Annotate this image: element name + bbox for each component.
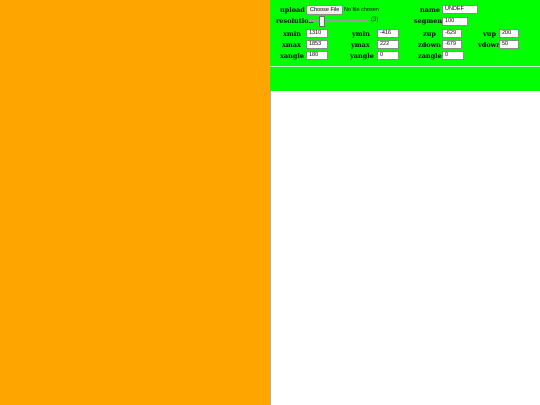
ymax-label: ymax — [351, 41, 370, 49]
name-input[interactable]: UNDEF — [442, 5, 478, 14]
choose-file-button[interactable]: Choose File — [306, 5, 344, 15]
status-bar — [270, 67, 540, 91]
xangle-input[interactable]: 180 — [306, 51, 328, 60]
ymax-input[interactable]: 222 — [377, 40, 399, 49]
file-status-text: No file chosen — [344, 7, 379, 13]
xangle-label: xangle — [280, 52, 304, 60]
xmin-label: xmin — [283, 30, 301, 38]
yangle-label: yangle — [350, 52, 374, 60]
xmax-label: xmax — [282, 41, 301, 49]
xmin-input[interactable]: 1310 — [306, 29, 328, 38]
yangle-input[interactable]: 0 — [377, 51, 399, 60]
vdown-label: vdown — [478, 41, 501, 49]
zdown-input[interactable]: -679 — [442, 40, 462, 49]
xmax-input[interactable]: 1853 — [306, 40, 328, 49]
zup-input[interactable]: -629 — [442, 29, 462, 38]
render-viewport[interactable] — [271, 91, 539, 405]
ymin-label: ymin — [352, 30, 370, 38]
upload-label: upload — [280, 6, 305, 14]
segments-input[interactable]: 100 — [442, 17, 468, 26]
name-label: name — [420, 6, 440, 14]
vup-label: vup — [483, 30, 497, 38]
resolution-value: (3) — [371, 17, 379, 23]
resolution-slider[interactable] — [308, 19, 368, 22]
vup-input[interactable]: 200 — [499, 29, 519, 38]
left-canvas-pane[interactable] — [0, 0, 270, 405]
vdown-input[interactable]: 50 — [499, 40, 519, 49]
zdown-label: zdown — [418, 41, 441, 49]
zup-label: zup — [423, 30, 436, 38]
zangle-input[interactable]: 0 — [442, 51, 464, 60]
resolution-slider-thumb[interactable] — [318, 16, 325, 27]
zangle-label: zangle — [418, 52, 442, 60]
ymin-input[interactable]: -416 — [377, 29, 399, 38]
